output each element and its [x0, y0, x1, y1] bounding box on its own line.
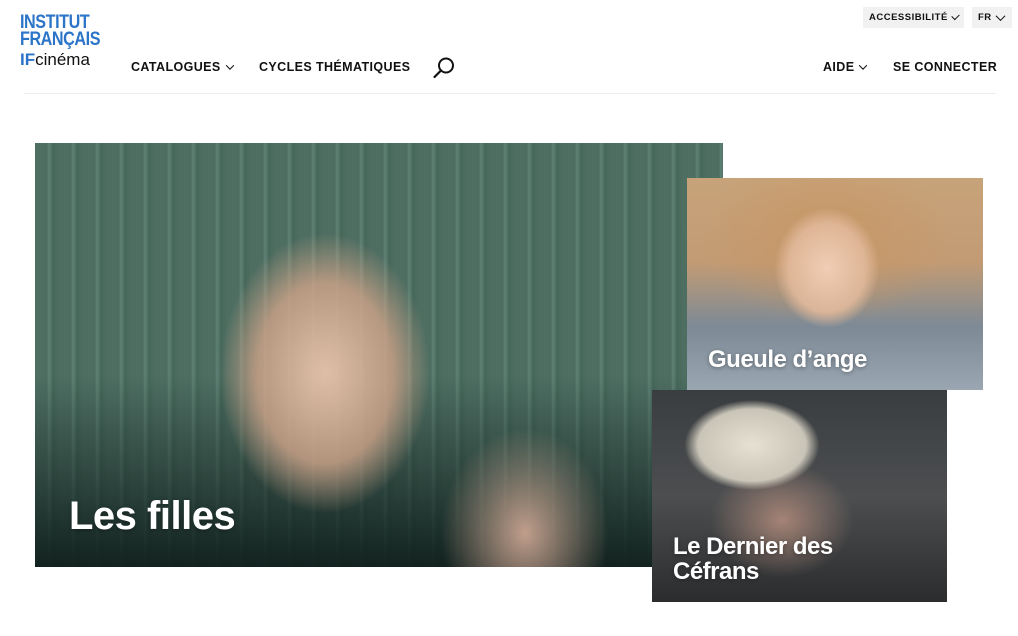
nav-login-label: SE CONNECTER: [893, 60, 998, 74]
language-label: FR: [978, 12, 992, 23]
chevron-down-icon: [995, 11, 1006, 22]
featured-title: Les filles: [69, 494, 236, 538]
chevron-down-icon: [225, 61, 234, 70]
chevron-down-icon: [951, 11, 960, 21]
nav-cycles-thematiques[interactable]: CYCLES THÉMATIQUES: [259, 60, 410, 74]
nav-aide[interactable]: AIDE: [823, 60, 868, 74]
logo-if: IF: [20, 50, 36, 69]
logo-line-francais: FRANÇAIS: [20, 29, 101, 50]
institut-francais-logo[interactable]: INSTITUT FRANÇAIS IFcinéma: [20, 13, 110, 69]
language-dropdown[interactable]: FR: [972, 7, 1012, 28]
nav-catalogues[interactable]: CATALOGUES: [131, 60, 234, 74]
logo-cinema: cinéma: [35, 50, 90, 69]
search-icon[interactable]: [432, 56, 456, 80]
nav-cycles-label: CYCLES THÉMATIQUES: [259, 60, 411, 74]
featured-card-les-filles[interactable]: Les filles: [35, 143, 723, 567]
featured-title: Le Dernier des Céfrans: [673, 533, 833, 585]
featured-title: Gueule d’ange: [708, 346, 867, 373]
nav-se-connecter[interactable]: SE CONNECTER: [893, 60, 997, 74]
nav-aide-label: AIDE: [823, 60, 855, 74]
featured-card-gueule-dange[interactable]: Gueule d’ange: [687, 178, 983, 390]
chevron-down-icon: [859, 61, 868, 70]
header-divider: [24, 93, 996, 94]
featured-card-le-dernier-des-cefrans[interactable]: Le Dernier des Céfrans: [652, 390, 947, 602]
accessibility-label: ACCESSIBILITÉ: [869, 12, 948, 23]
nav-catalogues-label: CATALOGUES: [131, 60, 221, 74]
accessibility-dropdown[interactable]: ACCESSIBILITÉ: [863, 7, 964, 28]
logo-line-cinema: IFcinéma: [20, 50, 110, 69]
